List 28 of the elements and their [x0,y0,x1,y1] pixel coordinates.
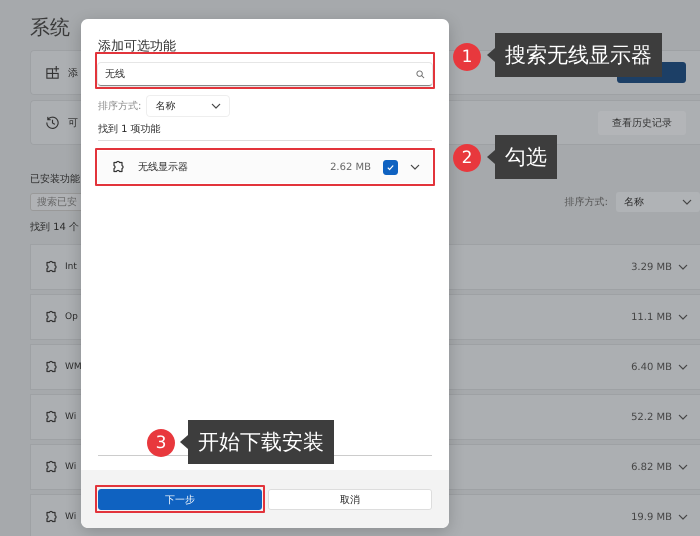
step-tooltip: 开始下载安装 [180,420,334,464]
card-label: 可 [68,116,78,130]
feature-name: Int [65,262,77,272]
feature-size: 6.82 MB [631,462,672,472]
feature-name: Wi [65,462,76,472]
step-tooltip: 勾选 [487,135,557,179]
feature-size: 11.1 MB [631,312,672,322]
feature-size: 2.62 MB [330,162,371,172]
feature-size: 52.2 MB [631,412,672,422]
feature-name: Op [65,312,78,322]
feature-name: WM [65,362,82,372]
page-title: 系统 [30,14,71,38]
feature-name: Wi [65,412,76,422]
result-count: 找到 14 个 [30,220,80,234]
sort-label: 排序方式: [98,100,142,113]
section-heading: 已安装功能 [30,172,81,186]
dialog-title: 添加可选功能 [98,38,177,55]
feature-size: 6.40 MB [631,362,672,372]
step-number-badge: 2 [453,144,481,172]
sort-label: 排序方式: [564,196,608,209]
result-count: 找到 1 项功能 [98,122,432,141]
feature-name: Wi [65,512,76,522]
feature-name: 无线显示器 [138,160,188,174]
feature-size: 19.9 MB [631,512,672,522]
step-number-badge: 1 [453,43,481,71]
card-label: 添 [68,66,78,80]
step-tooltip: 搜索无线显示器 [487,33,662,77]
feature-size: 3.29 MB [631,262,672,272]
